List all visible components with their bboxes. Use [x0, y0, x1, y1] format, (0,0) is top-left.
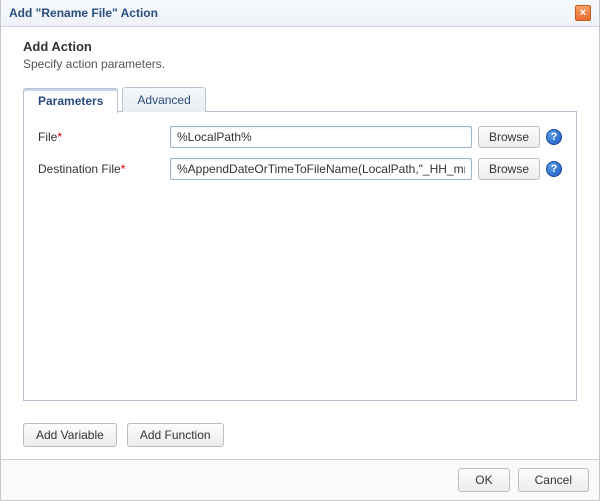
- browse-file-button[interactable]: Browse: [478, 126, 540, 148]
- destination-file-input[interactable]: [170, 158, 472, 180]
- tab-parameters[interactable]: Parameters: [23, 88, 118, 113]
- page-heading: Add Action: [23, 39, 577, 54]
- file-input[interactable]: [170, 126, 472, 148]
- add-variable-button[interactable]: Add Variable: [23, 423, 117, 447]
- add-function-button[interactable]: Add Function: [127, 423, 224, 447]
- required-marker: *: [121, 162, 126, 176]
- close-button[interactable]: ×: [575, 5, 591, 21]
- dialog-container: Add "Rename File" Action × Add Action Sp…: [0, 0, 600, 501]
- ok-button[interactable]: OK: [458, 468, 509, 492]
- label-file: File*: [38, 130, 170, 144]
- page-subheading: Specify action parameters.: [23, 57, 577, 71]
- cancel-button[interactable]: Cancel: [518, 468, 589, 492]
- required-marker: *: [57, 130, 62, 144]
- dialog-body: Add Action Specify action parameters. Pa…: [1, 27, 599, 459]
- tabstrip: Parameters Advanced: [23, 87, 577, 112]
- row-destination-file: Destination File* Browse ?: [38, 158, 562, 180]
- dialog-footer: OK Cancel: [1, 459, 599, 500]
- label-destination-file-text: Destination File: [38, 162, 121, 176]
- help-icon[interactable]: ?: [546, 161, 562, 177]
- tab-panel-parameters: File* Browse ? Destination File* Browse …: [23, 111, 577, 401]
- row-file: File* Browse ?: [38, 126, 562, 148]
- label-destination-file: Destination File*: [38, 162, 170, 176]
- label-file-text: File: [38, 130, 57, 144]
- tab-advanced[interactable]: Advanced: [122, 87, 205, 112]
- help-icon[interactable]: ?: [546, 129, 562, 145]
- close-icon: ×: [580, 7, 586, 19]
- browse-destination-button[interactable]: Browse: [478, 158, 540, 180]
- dialog-title: Add "Rename File" Action: [9, 6, 158, 20]
- titlebar: Add "Rename File" Action ×: [1, 0, 599, 27]
- lower-button-row: Add Variable Add Function: [23, 423, 577, 447]
